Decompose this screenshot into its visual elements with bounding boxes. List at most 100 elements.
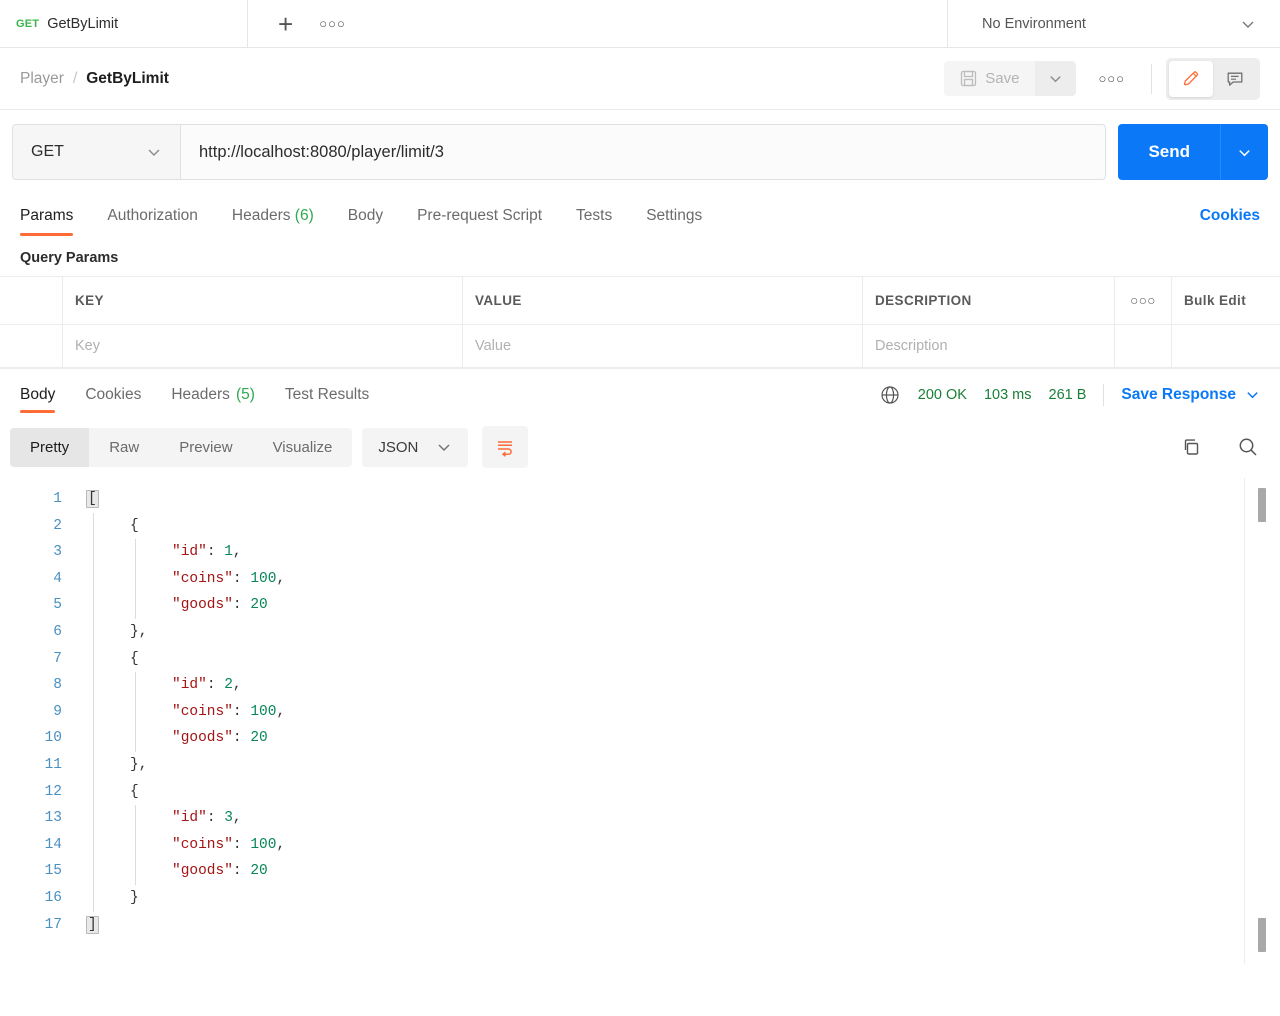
http-method-label: GET bbox=[31, 143, 64, 160]
response-tab-body[interactable]: Body bbox=[20, 369, 56, 421]
save-dropdown-button[interactable] bbox=[1035, 61, 1077, 96]
response-view-mode-group: Pretty Raw Preview Visualize bbox=[10, 427, 353, 467]
send-button[interactable]: Send bbox=[1118, 124, 1220, 180]
code-line: { bbox=[72, 513, 1280, 540]
code-token: : bbox=[232, 570, 251, 587]
comment-mode-button[interactable] bbox=[1213, 61, 1257, 97]
code-line-number: 17 bbox=[44, 916, 62, 933]
url-bar: GET http://localhost:8080/player/limit/3… bbox=[0, 110, 1280, 192]
request-more-options-icon[interactable]: ○○○ bbox=[1076, 71, 1147, 86]
code-token: , bbox=[232, 810, 242, 827]
header-value: VALUE bbox=[463, 277, 863, 324]
tab-options-icon[interactable]: ○○○ bbox=[319, 16, 346, 31]
tab-body[interactable]: Body bbox=[348, 207, 383, 236]
request-header-row: Player / GetByLimit Save ○○○ bbox=[0, 48, 1280, 110]
tab-authorization[interactable]: Authorization bbox=[107, 207, 197, 236]
search-icon[interactable] bbox=[1236, 435, 1260, 459]
response-tab-headers-count: (5) bbox=[235, 385, 255, 403]
tab-headers[interactable]: Headers (6) bbox=[232, 207, 314, 236]
row-value-input[interactable]: Value bbox=[463, 325, 863, 367]
tab-settings[interactable]: Settings bbox=[646, 207, 702, 236]
tab-params[interactable]: Params bbox=[20, 207, 74, 236]
row-description-input[interactable]: Description bbox=[863, 325, 1115, 367]
code-token: } bbox=[130, 889, 139, 906]
code-line: }, bbox=[72, 619, 1280, 646]
send-dropdown-button[interactable] bbox=[1220, 124, 1268, 180]
code-content[interactable]: [ { "id": 1, "coins": 100, "goods": 20 }… bbox=[72, 478, 1280, 964]
http-method-selector[interactable]: GET bbox=[13, 125, 181, 179]
response-format-selector[interactable]: JSON bbox=[362, 427, 469, 467]
table-options-icon[interactable]: ○○○ bbox=[1115, 277, 1172, 324]
tab-tests[interactable]: Tests bbox=[576, 207, 612, 236]
response-tab-cookies[interactable]: Cookies bbox=[85, 369, 141, 421]
bulk-edit-button[interactable]: Bulk Edit bbox=[1172, 277, 1280, 324]
code-token: "coins" bbox=[172, 703, 233, 720]
view-mode-raw[interactable]: Raw bbox=[89, 428, 159, 467]
cookies-link[interactable]: Cookies bbox=[1200, 207, 1260, 236]
code-indent-guide bbox=[135, 805, 136, 885]
response-tab-test-results-label: Test Results bbox=[284, 385, 370, 403]
code-token: : bbox=[206, 810, 225, 827]
save-button[interactable]: Save bbox=[944, 61, 1036, 96]
row-checkbox-cell[interactable] bbox=[0, 325, 63, 367]
query-params-table: KEY VALUE DESCRIPTION ○○○ Bulk Edit Key … bbox=[0, 276, 1280, 368]
method-url-group: GET http://localhost:8080/player/limit/3 bbox=[12, 124, 1107, 180]
tab-pre-request-script[interactable]: Pre-request Script bbox=[417, 207, 542, 236]
row-key-placeholder: Key bbox=[75, 338, 100, 354]
code-line-number: 6 bbox=[53, 623, 62, 640]
response-toolbar-right bbox=[1180, 435, 1260, 459]
new-tab-icon[interactable]: + bbox=[278, 11, 293, 37]
request-tabs: Params Authorization Headers (6) Body Pr… bbox=[0, 192, 1280, 236]
save-response-label: Save Response bbox=[1121, 385, 1236, 403]
wrap-lines-button[interactable] bbox=[482, 426, 529, 468]
row-description-placeholder: Description bbox=[875, 338, 948, 354]
code-line: "goods": 20 bbox=[72, 592, 1280, 619]
code-line: "coins": 100, bbox=[72, 699, 1280, 726]
code-token: "coins" bbox=[172, 570, 233, 587]
code-token: , bbox=[276, 836, 286, 853]
header-actions: Save ○○○ bbox=[944, 57, 1260, 100]
row-value-placeholder: Value bbox=[475, 338, 512, 354]
code-token: 1 bbox=[224, 544, 233, 561]
copy-icon[interactable] bbox=[1180, 435, 1204, 459]
chevron-down-icon bbox=[1245, 387, 1260, 402]
code-line-number: 1 bbox=[53, 491, 62, 507]
code-token: "goods" bbox=[172, 597, 233, 614]
code-line-number: 8 bbox=[53, 677, 62, 694]
response-tab-test-results[interactable]: Test Results bbox=[285, 369, 369, 421]
code-token: { bbox=[130, 517, 139, 534]
view-mode-visualize[interactable]: Visualize bbox=[253, 428, 353, 467]
globe-icon[interactable] bbox=[879, 384, 901, 406]
code-line-number: 5 bbox=[53, 597, 62, 614]
code-line: "coins": 100, bbox=[72, 832, 1280, 859]
save-response-button[interactable]: Save Response bbox=[1121, 386, 1260, 404]
tab-pre-request-script-label: Pre-request Script bbox=[417, 207, 543, 224]
code-line: "id": 1, bbox=[72, 539, 1280, 566]
code-scrollbar-thumb[interactable] bbox=[1258, 488, 1266, 522]
environment-selector[interactable]: No Environment bbox=[948, 0, 1280, 47]
tab-headers-count: (6) bbox=[294, 207, 314, 224]
row-key-input[interactable]: Key bbox=[63, 325, 463, 367]
tab-tests-label: Tests bbox=[576, 207, 613, 224]
url-input[interactable]: http://localhost:8080/player/limit/3 bbox=[181, 125, 1106, 179]
request-tab-getbylimit[interactable]: GET GetByLimit bbox=[0, 0, 248, 47]
code-line-numbers: 1 2 3 4 5 6 7 8 9 10 11 12 13 14 15 16 17 bbox=[0, 478, 72, 964]
header-key: KEY bbox=[63, 277, 463, 324]
response-status: 200 OK bbox=[917, 386, 967, 403]
edit-mode-button[interactable] bbox=[1169, 60, 1213, 97]
view-mode-preview[interactable]: Preview bbox=[159, 428, 252, 467]
code-line: { bbox=[72, 779, 1280, 806]
code-scrollbar-track[interactable] bbox=[1244, 478, 1280, 964]
view-mode-pretty[interactable]: Pretty bbox=[10, 427, 90, 467]
response-tab-headers[interactable]: Headers (5) bbox=[171, 369, 255, 421]
response-body-code[interactable]: 1 2 3 4 5 6 7 8 9 10 11 12 13 14 15 16 17 [ { "id": 1, "… bbox=[0, 478, 1280, 964]
breadcrumb: Player / GetByLimit bbox=[20, 70, 169, 88]
code-line: "id": 2, bbox=[72, 672, 1280, 699]
breadcrumb-parent[interactable]: Player bbox=[20, 70, 64, 88]
tab-settings-label: Settings bbox=[646, 207, 703, 224]
environment-selected-label: No Environment bbox=[982, 15, 1086, 32]
code-line: "id": 3, bbox=[72, 805, 1280, 832]
wrap-lines-icon bbox=[494, 436, 516, 458]
code-line-number: 2 bbox=[53, 517, 62, 534]
chevron-down-icon bbox=[436, 439, 452, 455]
